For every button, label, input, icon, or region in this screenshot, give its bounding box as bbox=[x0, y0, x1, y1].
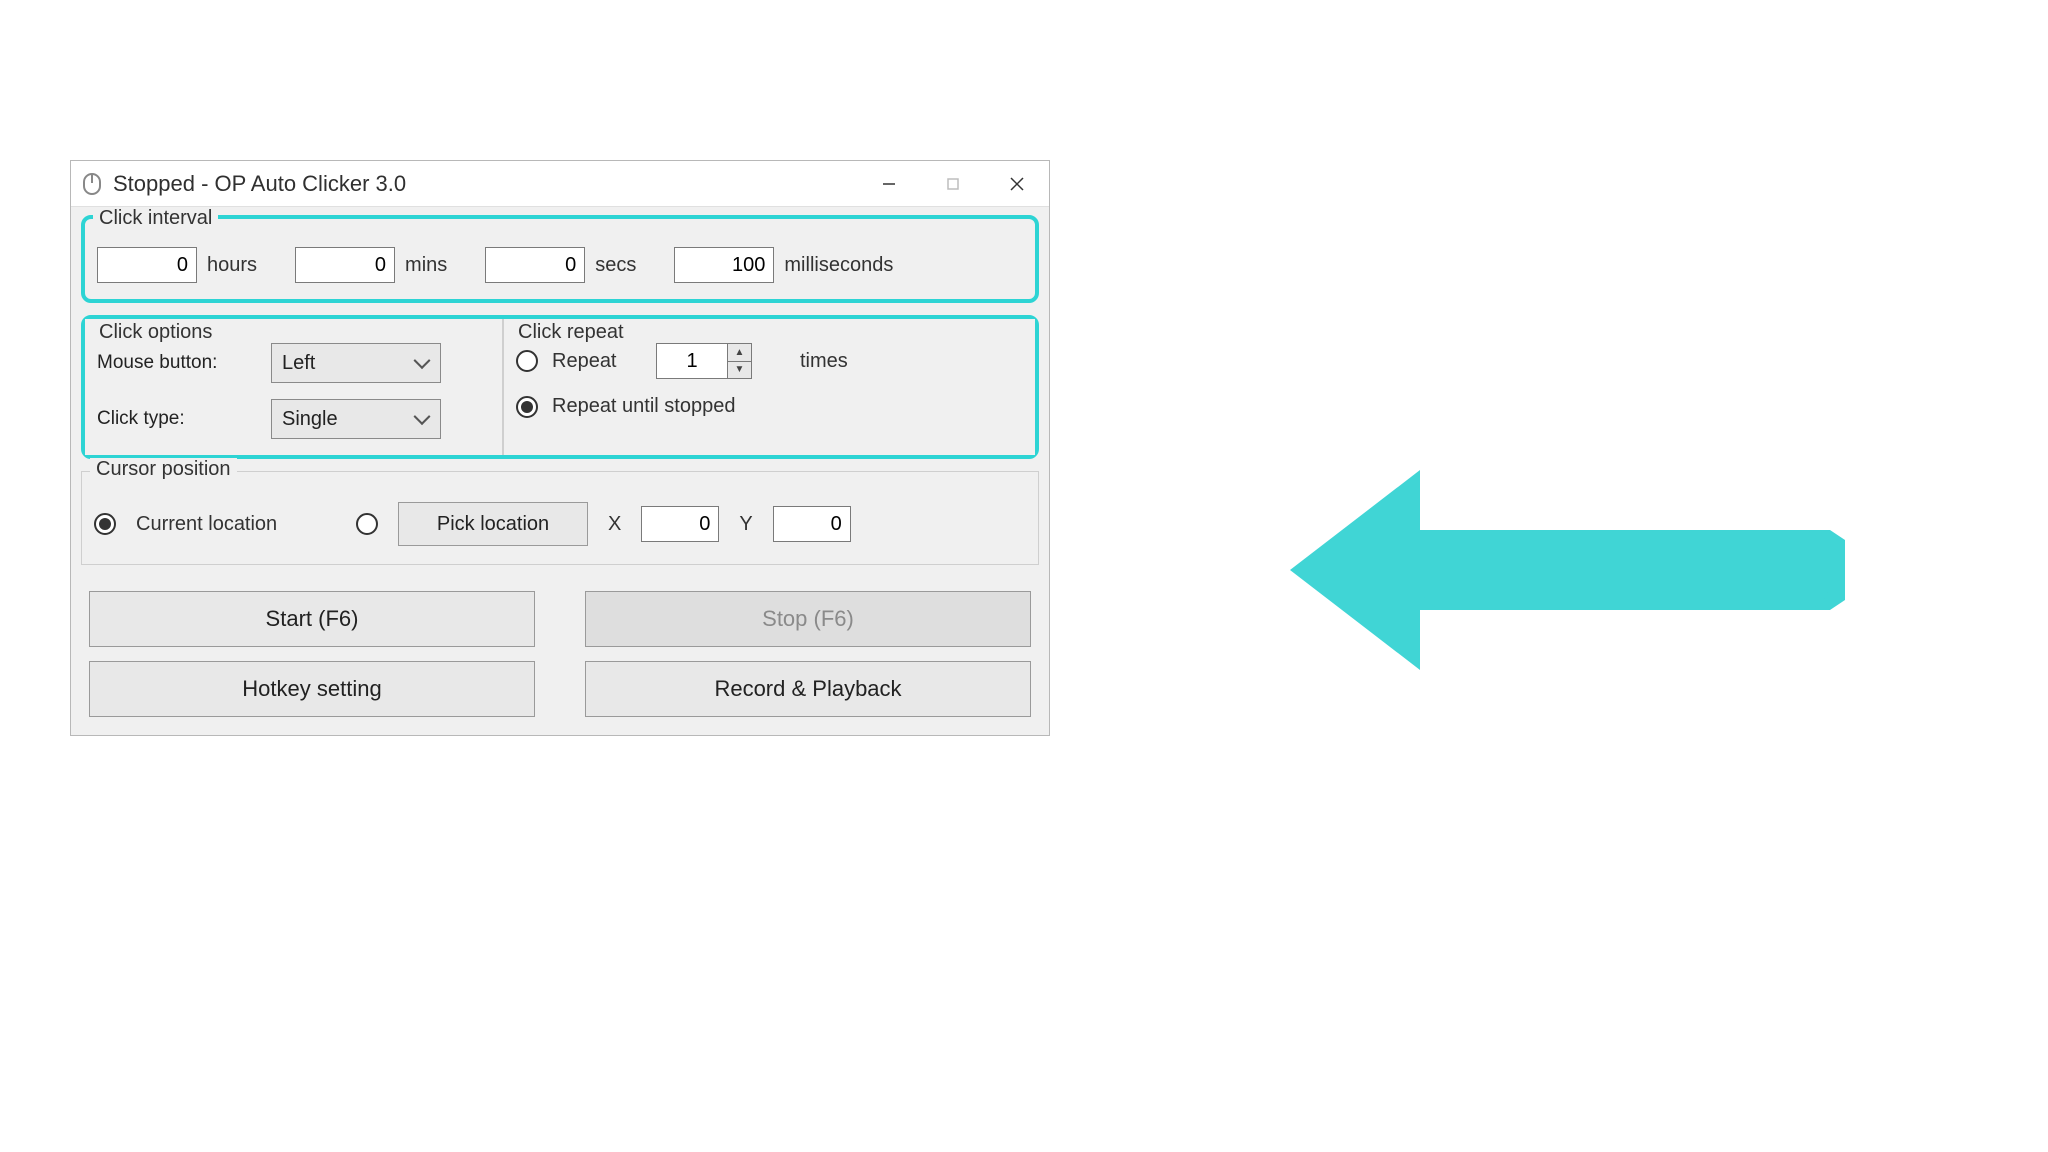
record-playback-button[interactable]: Record & Playback bbox=[585, 661, 1031, 717]
pick-location-button[interactable]: Pick location bbox=[398, 502, 588, 546]
hours-input[interactable] bbox=[97, 247, 197, 283]
spinner-up-icon[interactable]: ▲ bbox=[728, 344, 751, 362]
repeat-label: Repeat bbox=[552, 350, 642, 373]
app-window: Stopped - OP Auto Clicker 3.0 Click inte… bbox=[70, 160, 1050, 736]
times-label: times bbox=[800, 350, 848, 373]
start-button-label: Start (F6) bbox=[266, 606, 359, 632]
spinner-arrows[interactable]: ▲ ▼ bbox=[727, 344, 751, 378]
interval-row: hours mins secs milliseconds bbox=[97, 247, 1023, 283]
click-type-row: Click type: Single bbox=[97, 399, 490, 439]
y-label: Y bbox=[739, 513, 752, 536]
window-body: Click interval hours mins secs milliseco… bbox=[71, 207, 1049, 735]
mouse-icon bbox=[81, 173, 103, 195]
titlebar: Stopped - OP Auto Clicker 3.0 bbox=[71, 161, 1049, 207]
repeat-until-row: Repeat until stopped bbox=[516, 395, 1023, 418]
mins-input[interactable] bbox=[295, 247, 395, 283]
minimize-button[interactable] bbox=[857, 161, 921, 207]
click-type-label: Click type: bbox=[97, 408, 257, 430]
mouse-button-row: Mouse button: Left bbox=[97, 343, 490, 383]
stop-button-label: Stop (F6) bbox=[762, 606, 854, 632]
repeat-count-row: Repeat ▲ ▼ times bbox=[516, 343, 1023, 379]
window-title: Stopped - OP Auto Clicker 3.0 bbox=[113, 171, 857, 197]
stop-button: Stop (F6) bbox=[585, 591, 1031, 647]
spinner-down-icon[interactable]: ▼ bbox=[728, 362, 751, 379]
secs-label: secs bbox=[595, 254, 636, 277]
y-input[interactable] bbox=[773, 506, 851, 542]
click-interval-legend: Click interval bbox=[93, 207, 218, 230]
repeat-until-label: Repeat until stopped bbox=[552, 395, 735, 418]
click-options-group: Click options Mouse button: Left Click t… bbox=[85, 319, 503, 455]
click-options-legend: Click options bbox=[93, 321, 218, 344]
mouse-button-label: Mouse button: bbox=[97, 352, 257, 374]
window-controls bbox=[857, 161, 1049, 207]
current-location-label: Current location bbox=[136, 513, 336, 536]
mouse-button-combo[interactable]: Left bbox=[271, 343, 441, 383]
start-button[interactable]: Start (F6) bbox=[89, 591, 535, 647]
ms-label: milliseconds bbox=[784, 254, 893, 277]
click-repeat-legend: Click repeat bbox=[512, 321, 630, 344]
hotkey-button[interactable]: Hotkey setting bbox=[89, 661, 535, 717]
record-playback-label: Record & Playback bbox=[714, 676, 901, 702]
mins-label: mins bbox=[405, 254, 447, 277]
repeat-count-input[interactable] bbox=[657, 344, 727, 378]
cursor-position-group: Cursor position Current location Pick lo… bbox=[81, 471, 1039, 565]
repeat-count-spinner[interactable]: ▲ ▼ bbox=[656, 343, 752, 379]
ms-input[interactable] bbox=[674, 247, 774, 283]
button-row-2: Hotkey setting Record & Playback bbox=[81, 647, 1039, 717]
click-interval-group: Click interval hours mins secs milliseco… bbox=[81, 215, 1039, 303]
options-repeat-row: Click options Mouse button: Left Click t… bbox=[81, 315, 1039, 459]
pick-location-radio[interactable] bbox=[356, 513, 378, 535]
maximize-button bbox=[921, 161, 985, 207]
x-input[interactable] bbox=[641, 506, 719, 542]
click-type-combo[interactable]: Single bbox=[271, 399, 441, 439]
arrow-annotation-icon bbox=[1290, 460, 1850, 680]
mouse-button-value: Left bbox=[282, 352, 315, 375]
click-repeat-group: Click repeat Repeat ▲ ▼ times bbox=[503, 319, 1035, 455]
button-row-1: Start (F6) Stop (F6) bbox=[81, 577, 1039, 647]
hotkey-button-label: Hotkey setting bbox=[242, 676, 381, 702]
pick-location-label: Pick location bbox=[437, 513, 549, 536]
close-button[interactable] bbox=[985, 161, 1049, 207]
repeat-radio[interactable] bbox=[516, 350, 538, 372]
hours-label: hours bbox=[207, 254, 257, 277]
repeat-until-radio[interactable] bbox=[516, 396, 538, 418]
cursor-position-legend: Cursor position bbox=[90, 458, 237, 481]
cursor-row: Current location Pick location X Y bbox=[94, 502, 1026, 546]
secs-input[interactable] bbox=[485, 247, 585, 283]
x-label: X bbox=[608, 513, 621, 536]
click-type-value: Single bbox=[282, 408, 338, 431]
current-location-radio[interactable] bbox=[94, 513, 116, 535]
